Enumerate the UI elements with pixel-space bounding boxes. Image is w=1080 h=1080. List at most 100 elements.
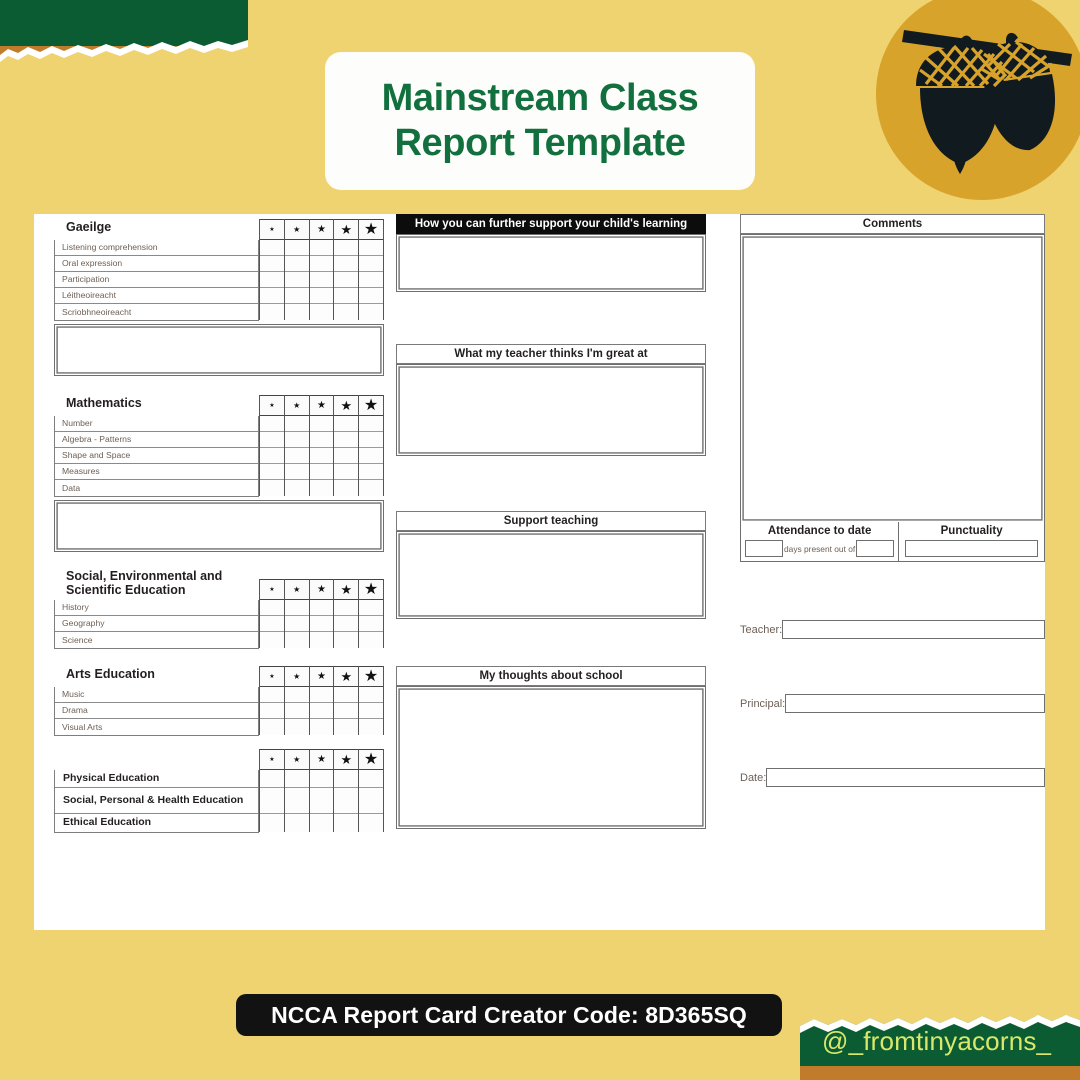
rating-cell[interactable] bbox=[334, 272, 359, 288]
subject-comment-box[interactable] bbox=[54, 500, 384, 552]
rating-cell[interactable] bbox=[334, 240, 359, 256]
rating-column-1[interactable]: ★ bbox=[259, 666, 285, 687]
rating-cell[interactable] bbox=[309, 464, 334, 480]
punctuality-input[interactable] bbox=[905, 540, 1038, 557]
rating-column-4[interactable] bbox=[334, 600, 360, 648]
rating-column-3[interactable]: ★ bbox=[309, 395, 335, 416]
rating-column-4[interactable]: ★ bbox=[334, 579, 360, 600]
rating-column-4[interactable] bbox=[334, 687, 360, 735]
rating-column-1[interactable] bbox=[259, 240, 285, 320]
rating-cell[interactable] bbox=[359, 480, 383, 496]
rating-column-1[interactable]: ★ bbox=[259, 219, 285, 240]
rating-cell[interactable] bbox=[309, 770, 334, 788]
rating-cell[interactable] bbox=[309, 304, 334, 320]
rating-cell[interactable] bbox=[309, 272, 334, 288]
attendance-days-present-input[interactable] bbox=[745, 540, 783, 557]
rating-column-5[interactable]: ★ bbox=[359, 219, 384, 240]
rating-cell[interactable] bbox=[260, 480, 284, 496]
rating-column-1[interactable]: ★ bbox=[259, 395, 285, 416]
rating-cell[interactable] bbox=[359, 703, 383, 719]
rating-column-3[interactable] bbox=[309, 416, 335, 496]
rating-column-5[interactable] bbox=[359, 416, 384, 496]
rating-cell[interactable] bbox=[334, 814, 359, 832]
rating-cell[interactable] bbox=[359, 464, 383, 480]
rating-cell[interactable] bbox=[334, 288, 359, 304]
attendance-total-days-input[interactable] bbox=[856, 540, 895, 557]
rating-cell[interactable] bbox=[284, 448, 309, 464]
rating-column-5[interactable]: ★ bbox=[359, 666, 384, 687]
rating-column-2[interactable]: ★ bbox=[284, 395, 310, 416]
rating-cell[interactable] bbox=[334, 304, 359, 320]
rating-cell[interactable] bbox=[359, 788, 383, 814]
subject-comment-box[interactable] bbox=[54, 324, 384, 376]
rating-column-5[interactable]: ★ bbox=[359, 579, 384, 600]
rating-cell[interactable] bbox=[260, 770, 284, 788]
rating-cell[interactable] bbox=[309, 288, 334, 304]
rating-cell[interactable] bbox=[309, 416, 334, 432]
rating-cell[interactable] bbox=[334, 416, 359, 432]
rating-cell[interactable] bbox=[334, 687, 359, 703]
rating-column-5[interactable]: ★ bbox=[359, 395, 384, 416]
rating-column-4[interactable]: ★ bbox=[334, 749, 360, 770]
rating-cell[interactable] bbox=[334, 448, 359, 464]
rating-cell[interactable] bbox=[309, 788, 334, 814]
rating-column-1[interactable] bbox=[259, 600, 285, 648]
rating-cell[interactable] bbox=[359, 448, 383, 464]
rating-cell[interactable] bbox=[284, 703, 309, 719]
rating-column-2[interactable] bbox=[284, 687, 310, 735]
rating-cell[interactable] bbox=[284, 304, 309, 320]
rating-cell[interactable] bbox=[260, 416, 284, 432]
rating-cell[interactable] bbox=[284, 272, 309, 288]
rating-cell[interactable] bbox=[359, 719, 383, 735]
rating-cell[interactable] bbox=[260, 256, 284, 272]
rating-column-1[interactable] bbox=[259, 770, 285, 832]
panel-input-area[interactable] bbox=[396, 531, 706, 619]
rating-cell[interactable] bbox=[260, 600, 284, 616]
rating-column-1[interactable] bbox=[259, 416, 285, 496]
rating-cell[interactable] bbox=[284, 600, 309, 616]
rating-column-1[interactable] bbox=[259, 687, 285, 735]
rating-cell[interactable] bbox=[309, 616, 334, 632]
rating-cell[interactable] bbox=[284, 770, 309, 788]
rating-cell[interactable] bbox=[359, 432, 383, 448]
rating-column-2[interactable] bbox=[284, 416, 310, 496]
rating-column-4[interactable]: ★ bbox=[334, 219, 360, 240]
rating-cell[interactable] bbox=[260, 464, 284, 480]
rating-cell[interactable] bbox=[309, 814, 334, 832]
rating-cell[interactable] bbox=[359, 288, 383, 304]
panel-input-area[interactable] bbox=[396, 234, 706, 292]
rating-cell[interactable] bbox=[359, 770, 383, 788]
rating-cell[interactable] bbox=[309, 632, 334, 648]
rating-cell[interactable] bbox=[309, 703, 334, 719]
rating-cell[interactable] bbox=[284, 480, 309, 496]
panel-input-area[interactable] bbox=[396, 364, 706, 456]
rating-column-3[interactable]: ★ bbox=[309, 749, 335, 770]
rating-cell[interactable] bbox=[260, 304, 284, 320]
rating-column-2[interactable]: ★ bbox=[284, 579, 310, 600]
rating-column-4[interactable] bbox=[334, 770, 360, 832]
rating-cell[interactable] bbox=[260, 616, 284, 632]
rating-cell[interactable] bbox=[359, 256, 383, 272]
rating-cell[interactable] bbox=[334, 600, 359, 616]
rating-column-4[interactable]: ★ bbox=[334, 395, 360, 416]
rating-column-3[interactable] bbox=[309, 770, 335, 832]
rating-column-5[interactable] bbox=[359, 687, 384, 735]
rating-column-4[interactable] bbox=[334, 240, 360, 320]
signature-input[interactable] bbox=[782, 620, 1045, 639]
rating-cell[interactable] bbox=[284, 464, 309, 480]
rating-cell[interactable] bbox=[260, 719, 284, 735]
rating-cell[interactable] bbox=[359, 272, 383, 288]
rating-column-3[interactable] bbox=[309, 687, 335, 735]
rating-cell[interactable] bbox=[260, 432, 284, 448]
rating-column-2[interactable]: ★ bbox=[284, 219, 310, 240]
rating-cell[interactable] bbox=[260, 632, 284, 648]
comments-input-area[interactable] bbox=[740, 234, 1045, 522]
rating-column-3[interactable] bbox=[309, 600, 335, 648]
rating-column-5[interactable] bbox=[359, 240, 384, 320]
rating-column-2[interactable] bbox=[284, 600, 310, 648]
rating-cell[interactable] bbox=[334, 432, 359, 448]
rating-cell[interactable] bbox=[284, 432, 309, 448]
rating-column-5[interactable]: ★ bbox=[359, 749, 384, 770]
rating-cell[interactable] bbox=[260, 703, 284, 719]
rating-column-3[interactable]: ★ bbox=[309, 666, 335, 687]
